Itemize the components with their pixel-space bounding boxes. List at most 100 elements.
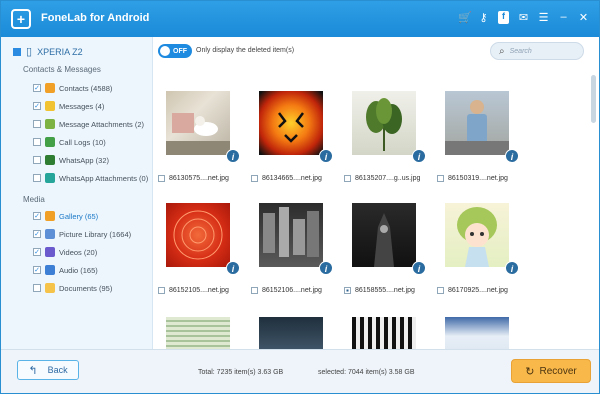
sidebar-item[interactable]: ✓ Messages (4) — [33, 101, 104, 111]
sidebar-item[interactable]: WhatsApp (32) — [33, 155, 109, 165]
category-icon — [45, 137, 55, 147]
toggle-label: Only display the deleted item(s) — [196, 47, 295, 54]
file-name: 86152105....net.jpg — [169, 287, 229, 294]
deleted-only-toggle[interactable]: OFF — [158, 44, 192, 58]
sidebar-item[interactable]: Documents (95) — [33, 283, 112, 293]
photo-thumbnail[interactable] — [445, 317, 509, 349]
back-button[interactable]: ↰ Back — [17, 360, 79, 380]
info-icon[interactable]: i — [505, 261, 519, 275]
file-name-row[interactable]: 86152105....net.jpg — [158, 287, 229, 294]
file-name-row[interactable]: 86158555....net.jpg — [344, 287, 415, 294]
file-checkbox[interactable] — [251, 287, 258, 294]
file-name: 86158555....net.jpg — [355, 287, 415, 294]
device-checkbox[interactable] — [13, 47, 21, 56]
info-icon[interactable]: i — [226, 261, 240, 275]
sidebar-item-checkbox[interactable] — [33, 120, 41, 128]
photo-thumbnail[interactable] — [259, 317, 323, 349]
file-checkbox[interactable] — [437, 175, 444, 182]
file-name-row[interactable]: 86152106....net.jpg — [251, 287, 322, 294]
chat-icon[interactable]: ✉ — [518, 11, 529, 24]
category-icon — [45, 211, 55, 221]
sidebar-item-checkbox[interactable]: ✓ — [33, 84, 41, 92]
contacts-section-title: Contacts & Messages — [23, 65, 101, 74]
recover-button[interactable]: ↻ Recover — [511, 359, 591, 383]
sidebar-item[interactable]: WhatsApp Attachments (0) — [33, 173, 148, 183]
file-checkbox[interactable] — [344, 287, 351, 294]
file-checkbox[interactable] — [251, 175, 258, 182]
file-checkbox[interactable] — [158, 175, 165, 182]
sidebar-item-checkbox[interactable] — [33, 284, 41, 292]
file-card[interactable] — [251, 317, 331, 349]
file-card[interactable]: i 86152106....net.jpg — [251, 203, 333, 294]
info-icon[interactable]: i — [226, 149, 240, 163]
file-name-row[interactable]: 86130575....net.jpg — [158, 175, 229, 182]
photo-thumbnail[interactable]: i — [166, 203, 240, 275]
file-card[interactable] — [344, 317, 424, 349]
sidebar-item-checkbox[interactable]: ✓ — [33, 230, 41, 238]
category-icon — [45, 173, 55, 183]
category-icon — [45, 283, 55, 293]
photo-thumbnail[interactable]: i — [259, 203, 333, 275]
cart-icon[interactable]: 🛒 — [458, 11, 472, 24]
file-checkbox[interactable] — [158, 287, 165, 294]
file-card[interactable]: i 86130575....net.jpg — [158, 91, 240, 182]
info-icon[interactable]: i — [505, 149, 519, 163]
photo-thumbnail[interactable]: i — [352, 203, 426, 275]
sidebar-item-checkbox[interactable]: ✓ — [33, 266, 41, 274]
file-checkbox[interactable] — [437, 287, 444, 294]
sidebar-item[interactable]: ✓ Audio (165) — [33, 265, 98, 275]
sidebar-item-checkbox[interactable]: ✓ — [33, 248, 41, 256]
sidebar-item[interactable]: ✓ Videos (20) — [33, 247, 97, 257]
file-card[interactable] — [158, 317, 238, 349]
file-card[interactable]: i 86134665....net.jpg — [251, 91, 333, 182]
file-card[interactable]: i 86152105....net.jpg — [158, 203, 240, 294]
search-icon: ⌕ — [499, 45, 505, 57]
file-name-row[interactable]: 86170925....net.jpg — [437, 287, 508, 294]
info-icon[interactable]: i — [319, 261, 333, 275]
category-icon — [45, 155, 55, 165]
photo-thumbnail[interactable]: i — [352, 91, 426, 163]
menu-icon[interactable]: ☰ — [538, 11, 549, 24]
title-bar: + FoneLab for Android 🛒 ⚷ f ✉ ☰ – ✕ — [1, 1, 599, 37]
minimize-icon[interactable]: – — [558, 11, 569, 24]
sidebar-item-checkbox[interactable]: ✓ — [33, 102, 41, 110]
sidebar-item-checkbox[interactable] — [33, 174, 41, 182]
file-name-row[interactable]: 86134665....net.jpg — [251, 175, 322, 182]
file-card[interactable]: i 86150319....net.jpg — [437, 91, 519, 182]
sidebar-item-checkbox[interactable]: ✓ — [33, 212, 41, 220]
sidebar-item[interactable]: Call Logs (10) — [33, 137, 106, 147]
sidebar-item[interactable]: ✓ Contacts (4588) — [33, 83, 112, 93]
file-card[interactable]: i 86135207....g..us.jpg — [344, 91, 426, 182]
sidebar-item-label: Messages (4) — [59, 101, 105, 111]
info-icon[interactable]: i — [412, 149, 426, 163]
photo-thumbnail[interactable]: i — [166, 91, 240, 163]
file-name-row[interactable]: 86135207....g..us.jpg — [344, 175, 420, 182]
scrollbar[interactable] — [591, 75, 596, 123]
photo-thumbnail[interactable] — [166, 317, 230, 349]
photo-thumbnail[interactable] — [352, 317, 416, 349]
key-icon[interactable]: ⚷ — [478, 11, 489, 24]
sidebar-item-checkbox[interactable] — [33, 156, 41, 164]
facebook-icon[interactable]: f — [498, 11, 509, 24]
sidebar-item-label: Gallery (65) — [59, 211, 99, 221]
file-name-row[interactable]: 86150319....net.jpg — [437, 175, 508, 182]
photo-thumbnail[interactable]: i — [445, 91, 519, 163]
info-icon[interactable]: i — [319, 149, 333, 163]
close-icon[interactable]: ✕ — [578, 11, 589, 24]
photo-thumbnail[interactable]: i — [259, 91, 333, 163]
file-card[interactable]: i 86170925....net.jpg — [437, 203, 519, 294]
sidebar-item[interactable]: ✓ Gallery (65) — [33, 211, 98, 221]
file-card[interactable]: i 86158555....net.jpg — [344, 203, 426, 294]
file-name: 86130575....net.jpg — [169, 175, 229, 182]
sidebar-item[interactable]: Message Attachments (2) — [33, 119, 144, 129]
photo-thumbnail[interactable]: i — [445, 203, 519, 275]
device-row[interactable]: ▯ XPERIA Z2 — [13, 45, 83, 58]
file-card[interactable] — [437, 317, 517, 349]
sidebar-item[interactable]: ✓ Picture Library (1664) — [33, 229, 131, 239]
info-icon[interactable]: i — [412, 261, 426, 275]
search-input[interactable]: ⌕ Search — [490, 42, 584, 60]
file-checkbox[interactable] — [344, 175, 351, 182]
category-icon — [45, 83, 55, 93]
file-name: 86150319....net.jpg — [448, 175, 508, 182]
sidebar-item-checkbox[interactable] — [33, 138, 41, 146]
